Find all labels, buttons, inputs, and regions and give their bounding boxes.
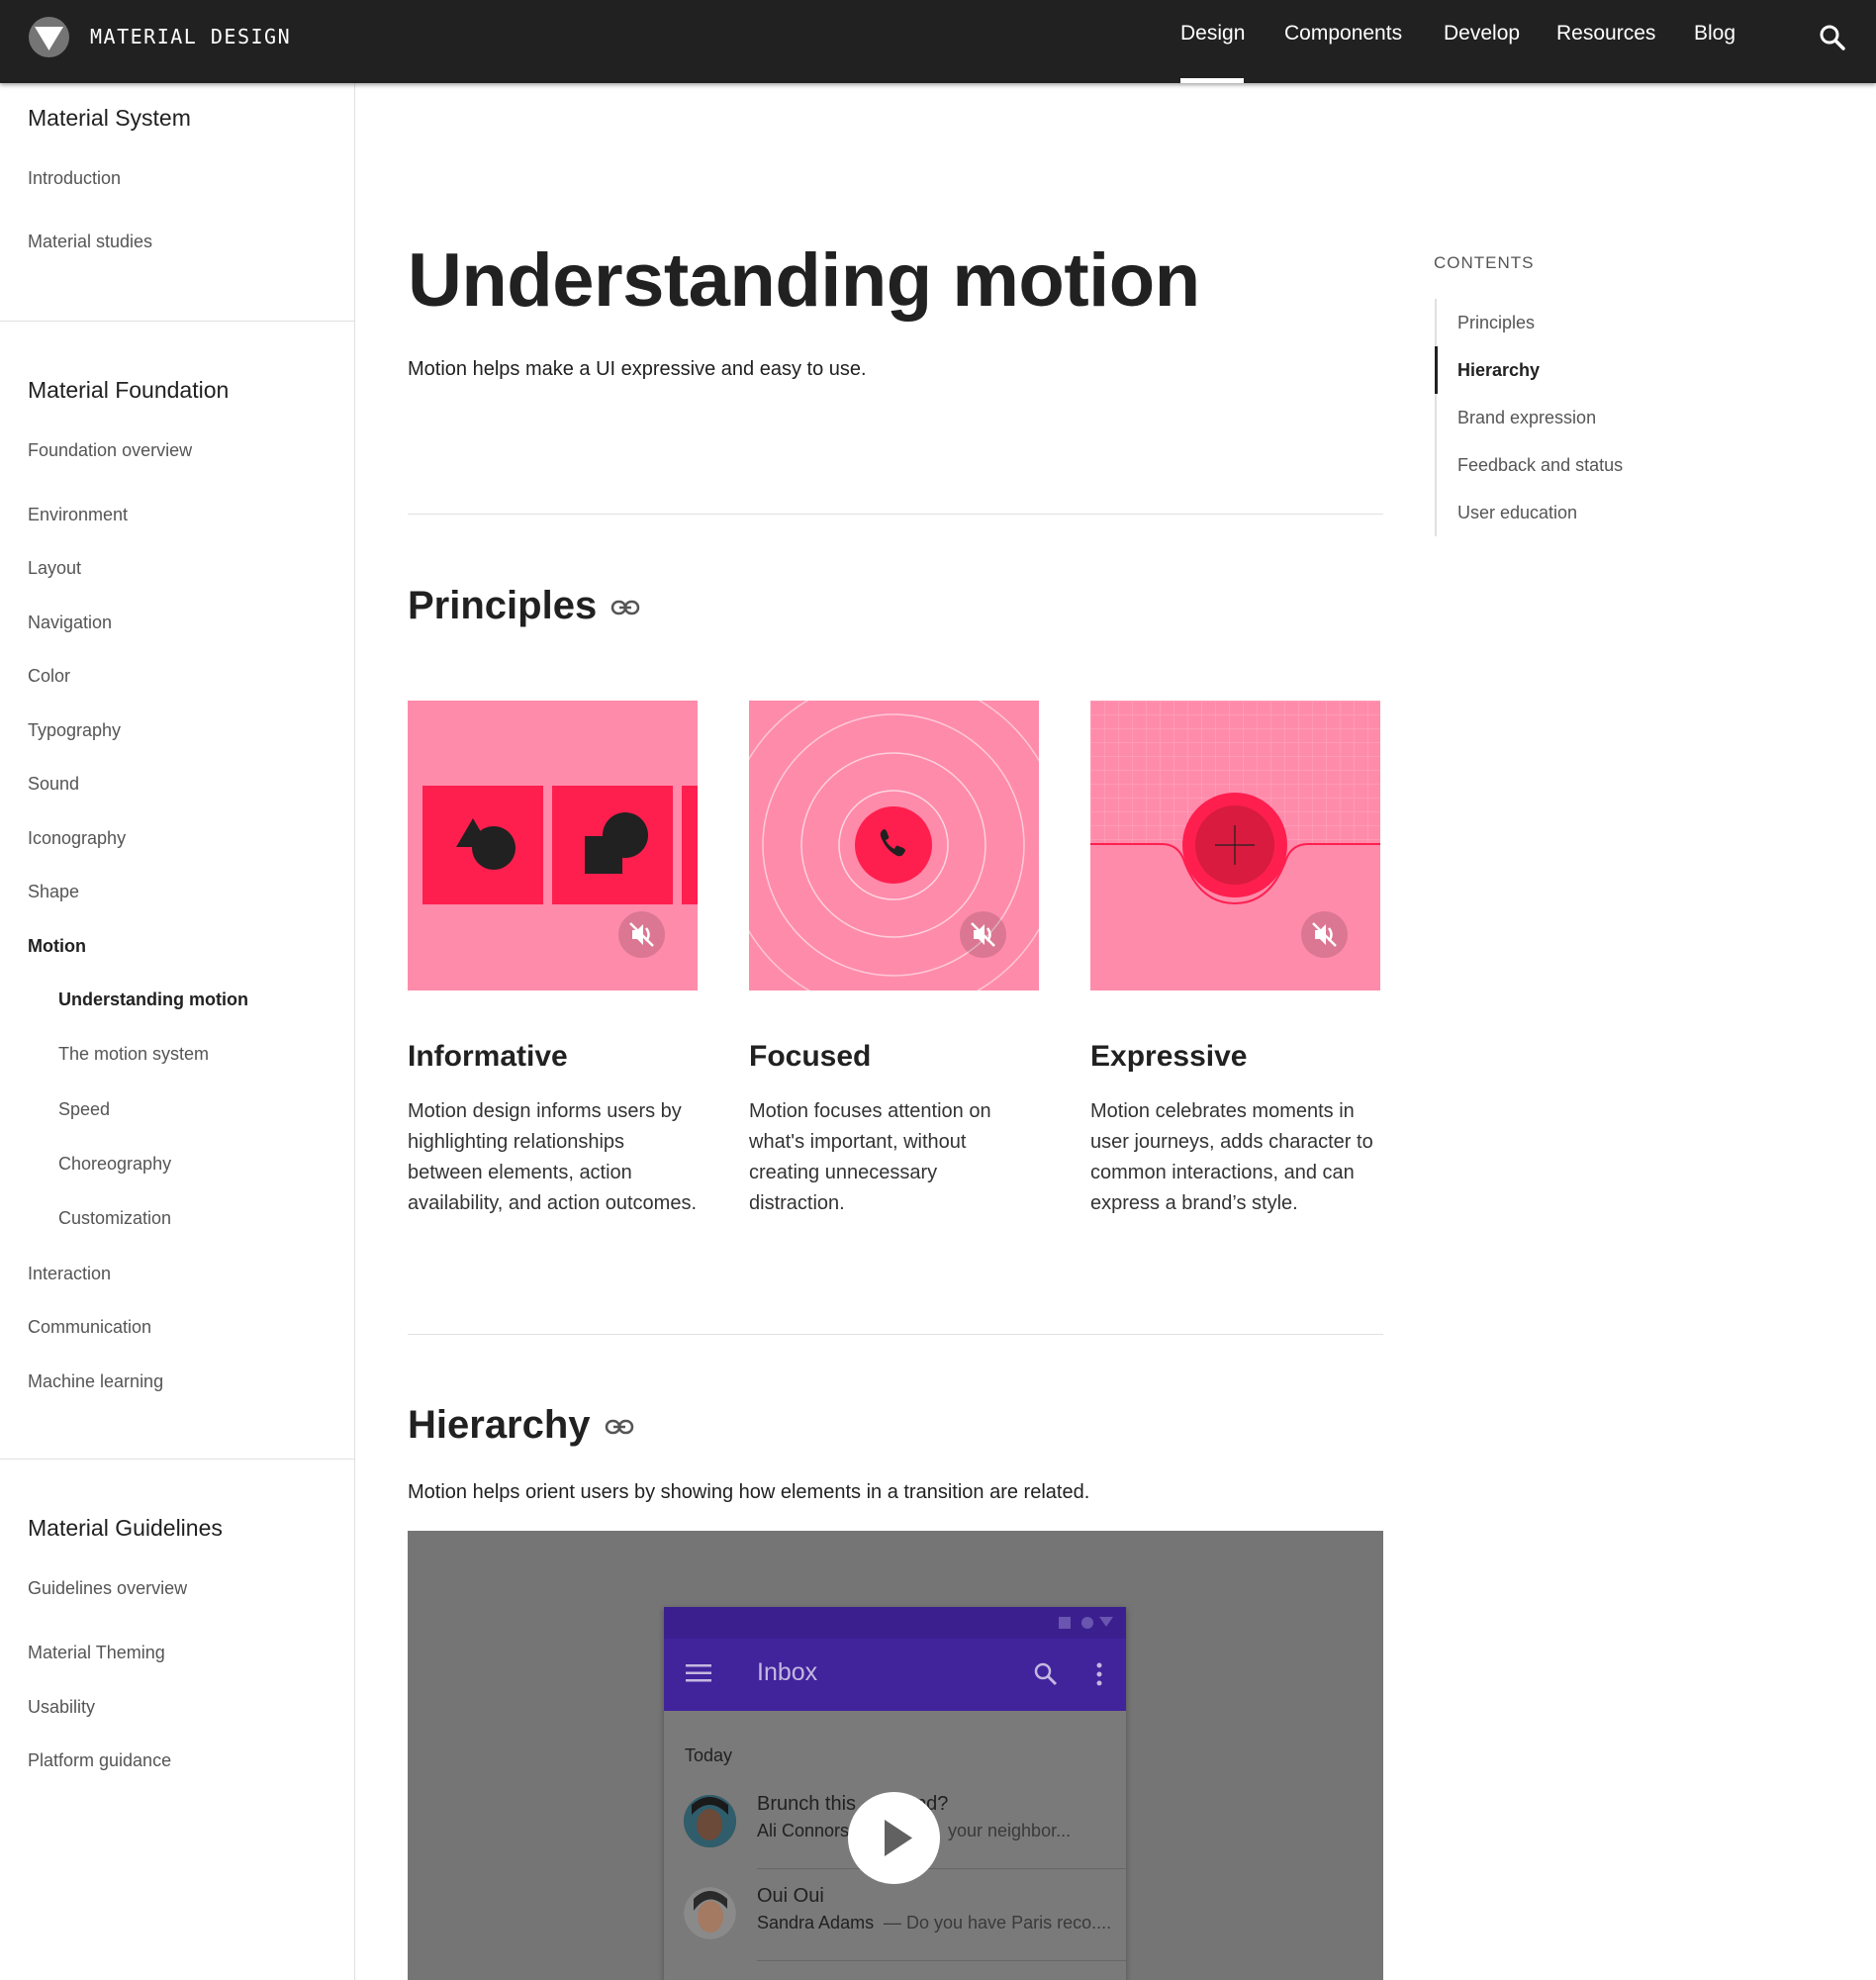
toc-label: CONTENTS [1434, 253, 1535, 272]
sidebar-item-typography[interactable]: Typography [28, 720, 121, 741]
status-icons [1059, 1617, 1113, 1629]
sidebar-heading-material-foundation[interactable]: Material Foundation [28, 377, 229, 404]
section-divider [408, 514, 1383, 515]
nav-develop[interactable]: Develop [1444, 22, 1520, 46]
sidebar-heading-material-guidelines[interactable]: Material Guidelines [28, 1515, 223, 1542]
card-title-informative: Informative [408, 1040, 568, 1073]
focused-motion-video[interactable] [749, 701, 1039, 990]
inbox-app-bar [664, 1639, 1126, 1711]
top-app-bar: MATERIAL DESIGN Design Components Develo… [0, 0, 1876, 83]
toc-item-user-education[interactable]: User education [1457, 503, 1577, 523]
sidebar-item-material-studies[interactable]: Material studies [28, 232, 152, 252]
sidebar-item-shape[interactable]: Shape [28, 882, 79, 902]
mute-icon[interactable] [960, 911, 1006, 958]
mail-subject: Oui Oui [757, 1885, 824, 1907]
mute-icon[interactable] [618, 911, 665, 958]
status-bar [664, 1607, 1126, 1639]
brand-name[interactable]: MATERIAL DESIGN [90, 25, 291, 48]
section-heading-hierarchy: Hierarchy [408, 1403, 591, 1447]
mail-sender: Ali Connors [757, 1821, 850, 1840]
toc-active-marker [1435, 346, 1438, 394]
section-heading-principles: Principles [408, 584, 598, 627]
card-title-focused: Focused [749, 1040, 872, 1073]
sidebar-divider [0, 321, 355, 322]
card-title-expressive: Expressive [1090, 1040, 1248, 1073]
toc-track [1435, 299, 1437, 536]
inbox-section-label: Today [685, 1745, 733, 1765]
nav-blog[interactable]: Blog [1694, 22, 1735, 46]
page-title: Understanding motion [408, 238, 1200, 323]
sidebar-item-choreography[interactable]: Choreography [58, 1154, 171, 1175]
link-icon[interactable] [610, 600, 640, 615]
sidebar-item-guidelines-overview[interactable]: Guidelines overview [28, 1578, 187, 1599]
sidebar-item-sound[interactable]: Sound [28, 774, 79, 795]
sidebar-item-iconography[interactable]: Iconography [28, 828, 126, 849]
toc-item-hierarchy[interactable]: Hierarchy [1457, 360, 1540, 381]
play-button[interactable] [848, 1792, 940, 1884]
play-icon [885, 1820, 912, 1856]
sidebar-item-speed[interactable]: Speed [58, 1099, 110, 1120]
sidebar-item-usability[interactable]: Usability [28, 1697, 95, 1718]
informative-motion-video[interactable] [408, 701, 698, 990]
card-text-focused: Motion focuses attention on what's impor… [749, 1100, 991, 1214]
search-icon[interactable] [1033, 1661, 1059, 1692]
hierarchy-video[interactable]: Inbox Today Brunch this nd? Ali Connors y… [408, 1531, 1383, 1980]
active-nav-indicator [1180, 78, 1244, 83]
sidebar-item-communication[interactable]: Communication [28, 1317, 151, 1338]
sidebar-item-color[interactable]: Color [28, 666, 70, 687]
toc-item-feedback-and-status[interactable]: Feedback and status [1457, 455, 1623, 476]
mute-icon[interactable] [1301, 911, 1348, 958]
nav-components[interactable]: Components [1284, 22, 1402, 46]
mail-snippet: your neighbor... [948, 1821, 1072, 1840]
section-divider [408, 1334, 1383, 1335]
card-text-informative: Motion design informs users by highlight… [408, 1100, 698, 1214]
expressive-motion-video[interactable] [1090, 701, 1380, 990]
search-icon[interactable] [1817, 22, 1848, 53]
hierarchy-description: Motion helps orient users by showing how… [408, 1481, 1090, 1503]
menu-icon[interactable] [686, 1663, 711, 1688]
inbox-title: Inbox [757, 1658, 818, 1686]
sidebar-item-environment[interactable]: Environment [28, 505, 128, 525]
sidebar-item-understanding-motion[interactable]: Understanding motion [58, 990, 248, 1010]
sidebar-item-foundation-overview[interactable]: Foundation overview [28, 440, 192, 461]
page-lede: Motion helps make a UI expressive and ea… [408, 358, 867, 380]
material-logo-icon[interactable] [29, 17, 69, 57]
sidebar-item-motion[interactable]: Motion [28, 936, 86, 957]
more-vert-icon[interactable] [1095, 1661, 1103, 1692]
sidebar-item-material-theming[interactable]: Material Theming [28, 1643, 165, 1663]
sidebar-item-machine-learning[interactable]: Machine learning [28, 1371, 163, 1392]
sidebar-item-introduction[interactable]: Introduction [28, 168, 121, 189]
sidebar-nav: Material System Introduction Material st… [0, 83, 355, 1980]
avatar [684, 1795, 736, 1847]
sidebar-item-navigation[interactable]: Navigation [28, 613, 112, 633]
card-text-expressive: Motion celebrates moments in user journe… [1090, 1100, 1373, 1214]
sidebar-item-customization[interactable]: Customization [58, 1208, 171, 1229]
sidebar-divider [0, 1459, 355, 1460]
link-icon[interactable] [605, 1419, 634, 1435]
sidebar-item-interaction[interactable]: Interaction [28, 1264, 111, 1284]
mail-snippet: — Do you have Paris reco.... [884, 1913, 1112, 1933]
list-divider [757, 1960, 1126, 1961]
nav-resources[interactable]: Resources [1556, 22, 1655, 46]
toc-item-principles[interactable]: Principles [1457, 313, 1535, 333]
mail-sender: Sandra Adams [757, 1913, 875, 1933]
sidebar-heading-material-system[interactable]: Material System [28, 105, 191, 132]
sidebar-item-platform-guidance[interactable]: Platform guidance [28, 1750, 171, 1771]
sidebar-item-the-motion-system[interactable]: The motion system [58, 1044, 209, 1065]
avatar [684, 1887, 736, 1939]
nav-design[interactable]: Design [1180, 22, 1245, 46]
toc-item-brand-expression[interactable]: Brand expression [1457, 408, 1596, 428]
sidebar-item-layout[interactable]: Layout [28, 558, 81, 579]
